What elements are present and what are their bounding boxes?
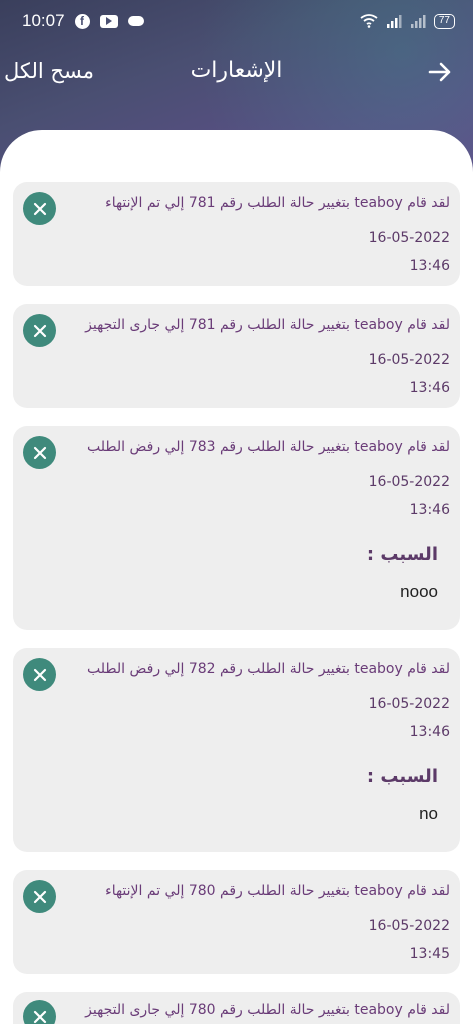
close-icon	[33, 1010, 46, 1023]
close-icon	[33, 324, 46, 337]
notification-message: لقد قام teaboy بتغيير حالة الطلب رقم 783…	[87, 439, 450, 455]
dismiss-button[interactable]	[23, 880, 56, 913]
cloud-icon	[127, 16, 144, 26]
notification-date: 16-05-2022	[368, 696, 450, 712]
dismiss-button[interactable]	[23, 314, 56, 347]
reason-value: no	[419, 804, 438, 823]
close-icon	[33, 890, 46, 903]
dismiss-button[interactable]	[23, 1000, 56, 1024]
close-icon	[33, 446, 46, 459]
close-icon	[33, 202, 46, 215]
app-bar: مسح الكل الإشعارات	[0, 52, 473, 92]
notification-card: لقد قام teaboy بتغيير حالة الطلب رقم 783…	[13, 426, 460, 630]
wifi-icon	[360, 14, 378, 28]
signal-icon-2	[410, 14, 426, 28]
notification-card: لقد قام teaboy بتغيير حالة الطلب رقم 782…	[13, 648, 460, 852]
page-title: الإشعارات	[190, 58, 283, 83]
notification-time: 13:46	[409, 380, 450, 396]
dismiss-button[interactable]	[23, 658, 56, 691]
reason-label: السبب :	[366, 766, 438, 787]
reason-value: nooo	[400, 582, 438, 601]
notification-card: لقد قام teaboy بتغيير حالة الطلب رقم 780…	[13, 870, 460, 974]
notification-message: لقد قام teaboy بتغيير حالة الطلب رقم 780…	[105, 883, 450, 899]
dismiss-button[interactable]	[23, 436, 56, 469]
notification-message: لقد قام teaboy بتغيير حالة الطلب رقم 780…	[85, 1002, 450, 1018]
facebook-icon: f	[74, 13, 90, 29]
notification-message: لقد قام teaboy بتغيير حالة الطلب رقم 781…	[105, 195, 450, 211]
notification-card: لقد قام teaboy بتغيير حالة الطلب رقم 780…	[13, 992, 460, 1024]
notification-card: لقد قام teaboy بتغيير حالة الطلب رقم 781…	[13, 182, 460, 286]
notification-date: 16-05-2022	[368, 230, 450, 246]
notification-time: 13:46	[409, 502, 450, 518]
notification-date: 16-05-2022	[368, 352, 450, 368]
notification-time: 13:46	[409, 258, 450, 274]
notification-message: لقد قام teaboy بتغيير حالة الطلب رقم 781…	[85, 317, 450, 333]
signal-icon	[386, 14, 402, 28]
youtube-icon	[99, 14, 118, 28]
back-button[interactable]	[426, 58, 454, 86]
reason-label: السبب :	[366, 544, 438, 565]
status-bar: 10:07 f 77	[0, 0, 473, 42]
notification-card: لقد قام teaboy بتغيير حالة الطلب رقم 781…	[13, 304, 460, 408]
notification-time: 13:46	[409, 724, 450, 740]
notification-date: 16-05-2022	[368, 918, 450, 934]
notification-message: لقد قام teaboy بتغيير حالة الطلب رقم 782…	[87, 661, 450, 677]
close-icon	[33, 668, 46, 681]
notification-time: 13:45	[409, 946, 450, 962]
dismiss-button[interactable]	[23, 192, 56, 225]
notification-date: 16-05-2022	[368, 474, 450, 490]
arrow-right-icon	[428, 62, 451, 82]
battery-icon: 77	[433, 13, 455, 29]
status-time: 10:07	[22, 11, 65, 30]
